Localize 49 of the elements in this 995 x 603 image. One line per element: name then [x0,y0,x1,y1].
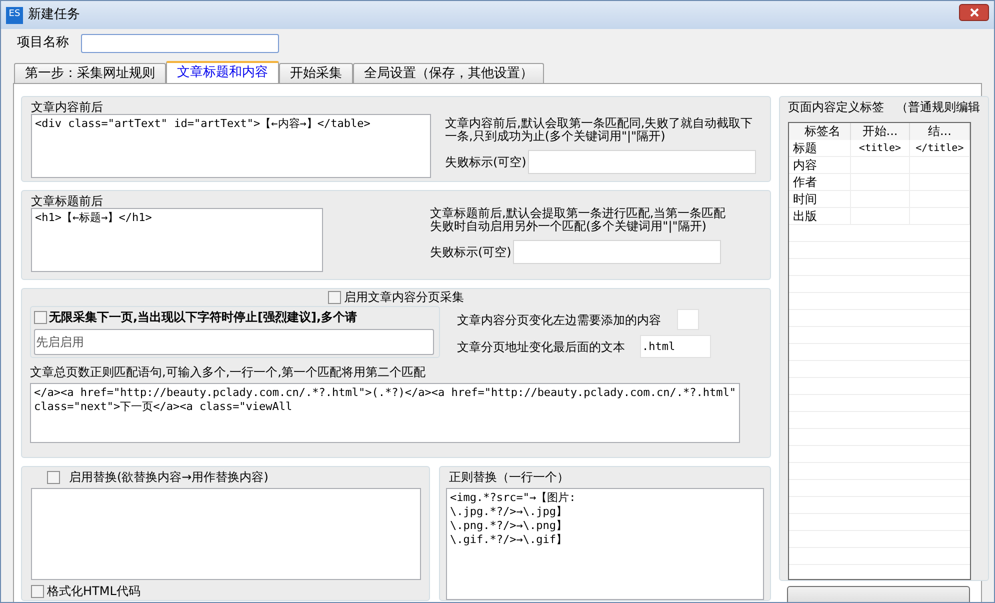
column-header[interactable]: 开始... [850,123,910,140]
text-area[interactable]: <h1>【←标题→】</h1> [31,208,323,272]
input-field[interactable] [81,34,279,52]
description-text: 文章标题前后,默认会提取第一条进行匹配,当第一条匹配失败时自动启用另外一个匹配(多个关键词用"|"隔开) [430,207,727,233]
window-title: 新建任务 [28,6,80,24]
tab[interactable]: 文章标题和内容 [166,61,279,83]
checkbox-label: 启用文章内容分页采集 [344,289,464,306]
field-label: 文章总页数正则匹配语句,可输入多个,一行一个,第一个匹配将用第二个匹配 [30,364,426,381]
text-area[interactable]: <img.*?src="→【图片: \.jpg.*?/>→\.jpg】 \.png.*?/>→\.png】 \.gif.*?/>→\.gif】 [446,488,764,600]
table-cell: <title> [850,140,910,156]
group-legend: 文章内容前后 [31,98,431,114]
field-label: 文章分页地址变化最后面的文本 [457,338,625,356]
group-legend: 正则替换（一行一个） [449,468,764,486]
action-button[interactable] [787,586,970,602]
app-icon: ES [6,6,23,24]
text-area[interactable] [31,488,421,580]
close-icon [970,8,978,16]
tab[interactable]: 开始采集 [279,63,353,83]
input-field[interactable] [528,150,756,174]
tab[interactable]: 全局设置（保存，其他设置） [353,63,544,83]
checkbox[interactable] [31,584,44,598]
field-label: 项目名称 [17,34,69,52]
tab[interactable]: 第一步：采集网址规则 [14,63,166,83]
input-field[interactable]: 先启启用 [34,329,434,355]
checkbox-label: 启用替换(欲替换内容→用作替换内容) [69,469,268,486]
text-area[interactable]: <div class="artText" id="artText">【←内容→】</table> [31,114,431,178]
checkbox[interactable] [34,310,47,324]
checkbox[interactable] [47,470,60,484]
description-text: 文章内容前后,默认会取第一条匹配同,失败了就自动截取下一条,只到成功为止(多个关键词用"|"隔开) [445,117,754,143]
table-cell: 出版 [789,208,851,224]
field-label: 失败标示(可空) [430,244,512,261]
close-button[interactable] [959,4,989,20]
input-field[interactable] [513,240,722,264]
field-label: 失败标示(可空) [445,154,526,171]
table-cell: 标题 [789,140,851,156]
input-field[interactable]: .html [640,335,711,358]
checkbox[interactable] [328,290,341,304]
column-header[interactable]: 结... [910,123,970,140]
table-cell: 作者 [789,174,851,190]
group-legend: 页面内容定义标签 （普通规则编辑 [788,98,980,116]
column-header[interactable]: 标签名 [795,123,851,140]
text-area[interactable]: </a><a href="http://beauty.pclady.com.cn/.*?.html">(.*?)</a><a href="http://beauty.pclady.com.cn/.*?.html" class="next">下一页</a><a class="viewAll [30,383,740,443]
table-cell: </title> [910,140,970,156]
checkbox-label: 无限采集下一页,当出现以下字符时停止[强烈建议],多个请 [49,309,358,326]
table-cell: 内容 [789,157,851,173]
field-label: 文章内容分页变化左边需要添加的内容 [457,312,661,328]
checkbox-label: 格式化HTML代码 [47,583,140,600]
table-cell: 时间 [789,191,851,207]
group-legend: 文章标题前后 [31,192,323,208]
